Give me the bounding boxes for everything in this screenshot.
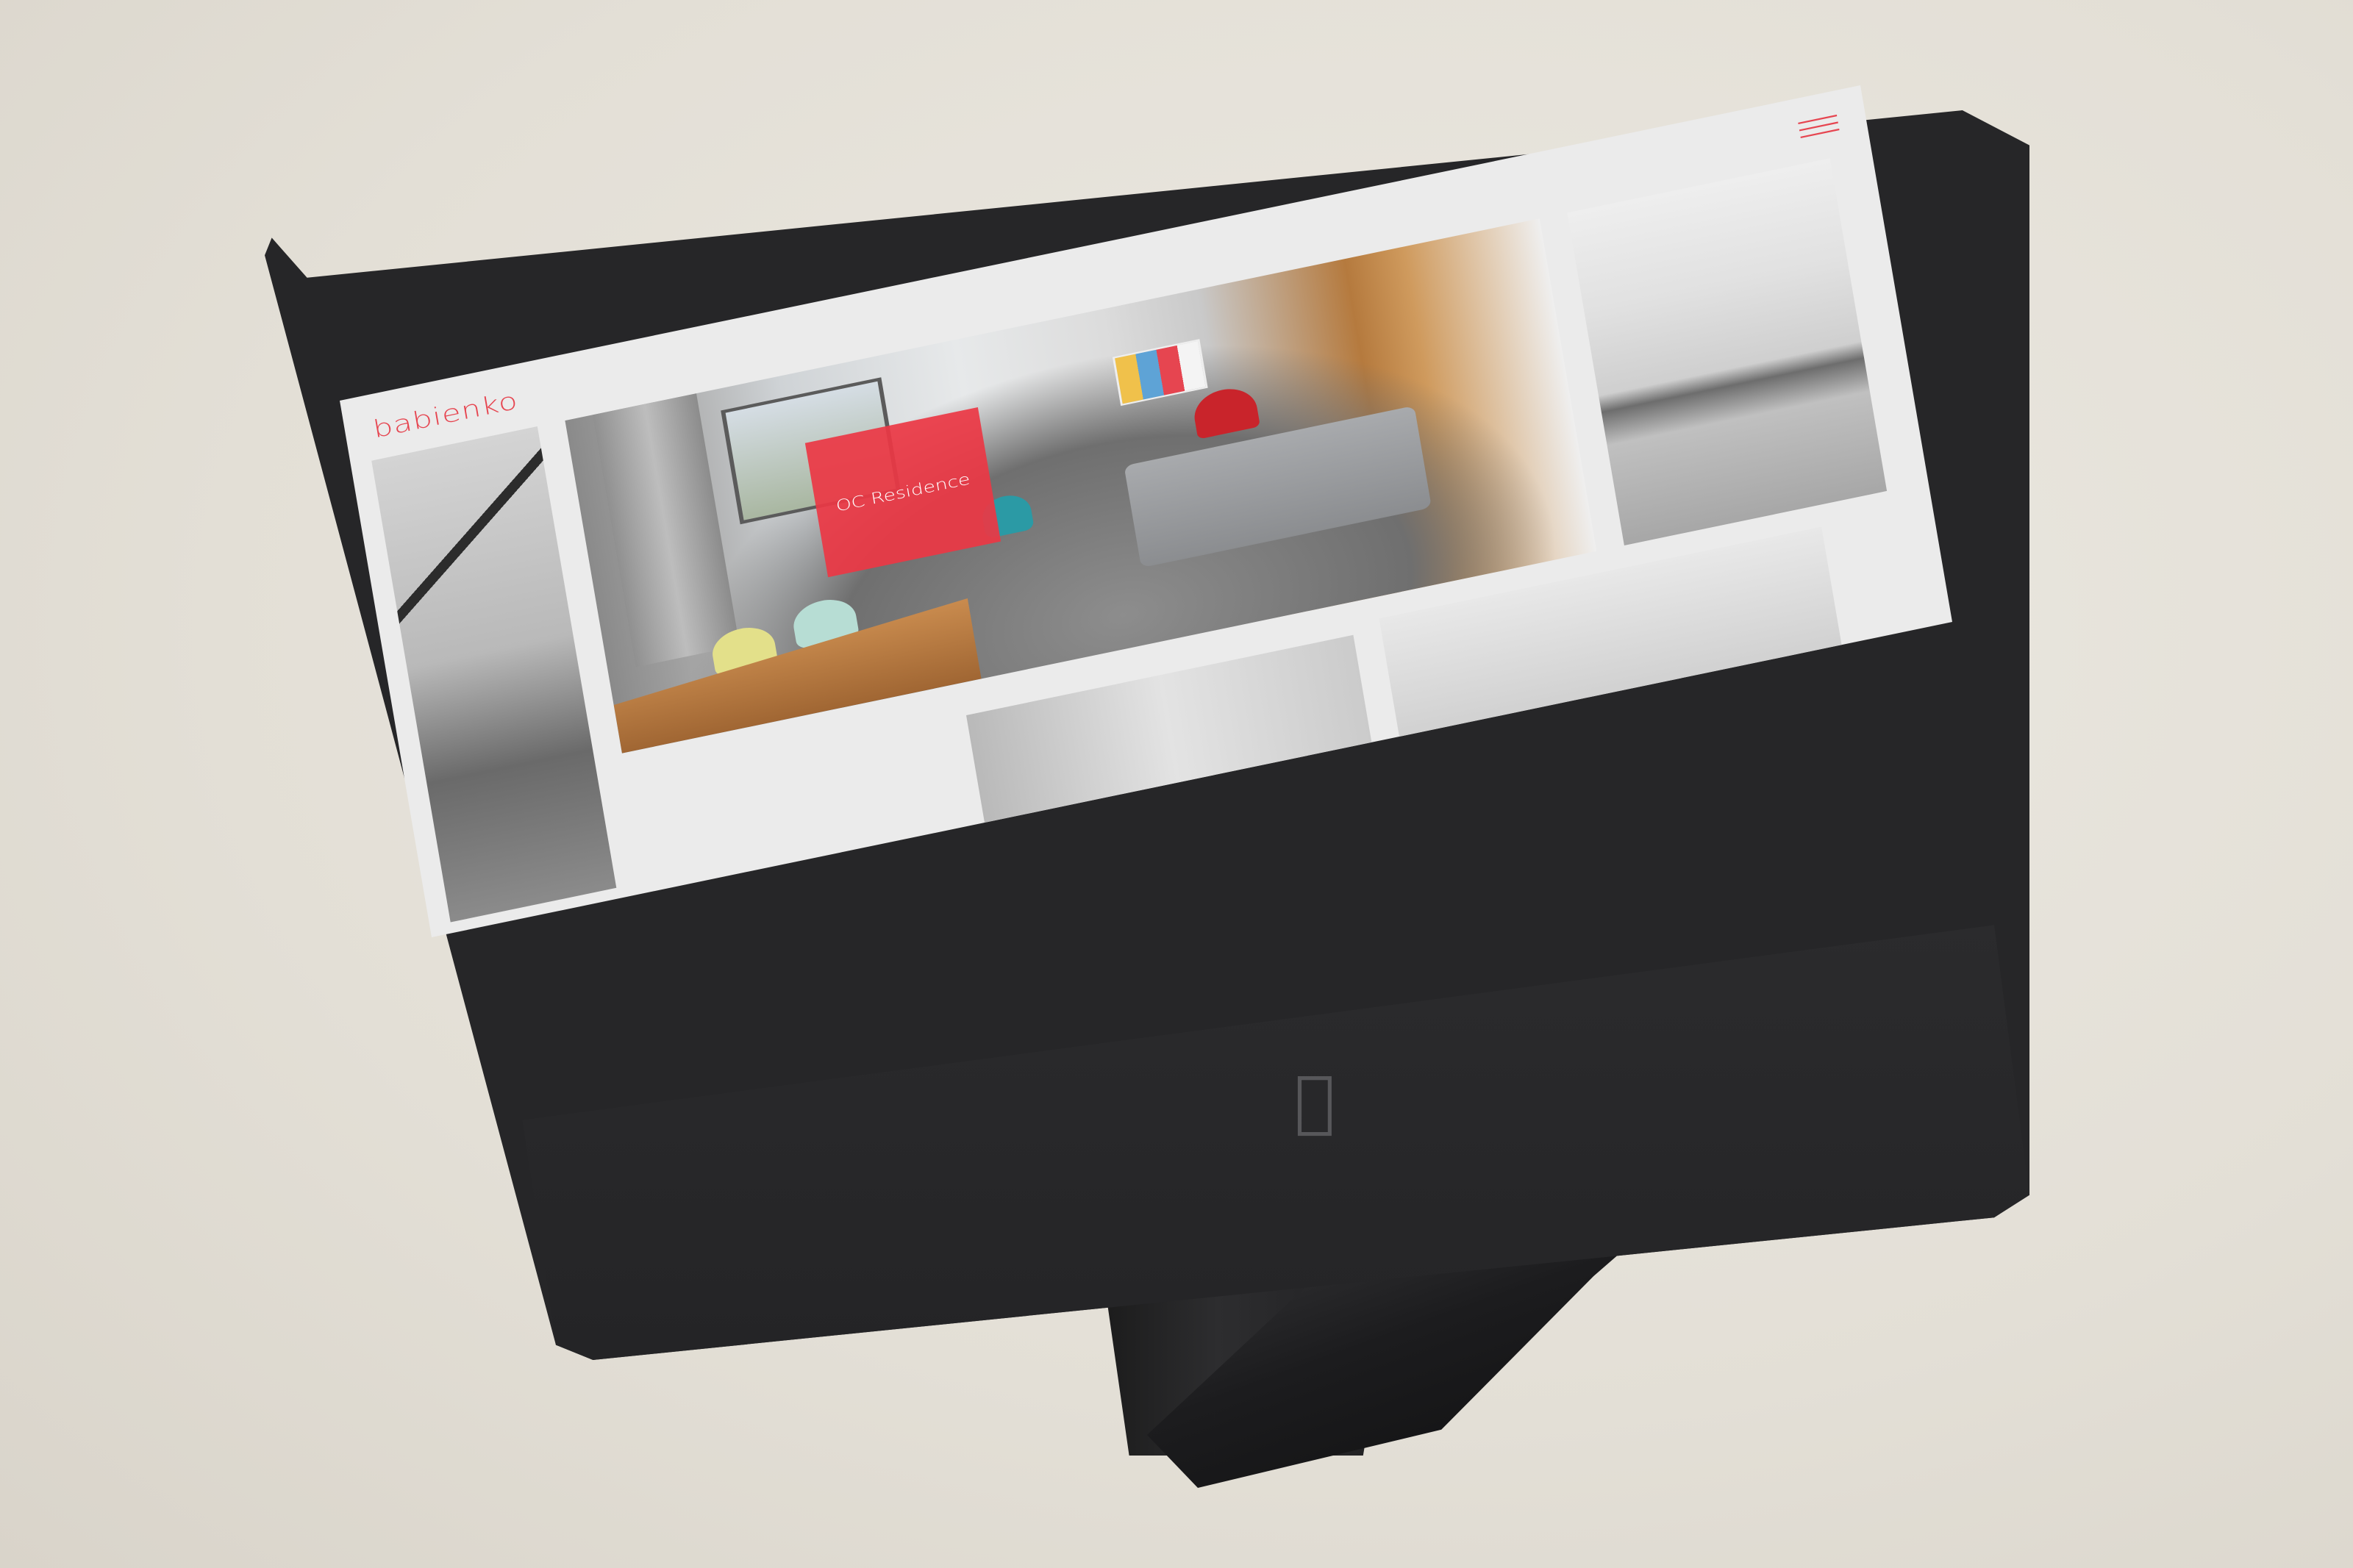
project-tile-right[interactable] [1567,158,1888,546]
mockup-stage:  babienko OC Residence [0,0,2353,1568]
photo-sofa [1124,405,1432,568]
apple-logo-icon:  [1285,1066,1344,1136]
project-title: OC Residence [834,469,972,515]
photo-painting [1112,339,1208,407]
photo-red-chair [1190,383,1260,440]
hamburger-menu-button[interactable] [1797,110,1840,144]
photo-pillar [593,393,740,667]
